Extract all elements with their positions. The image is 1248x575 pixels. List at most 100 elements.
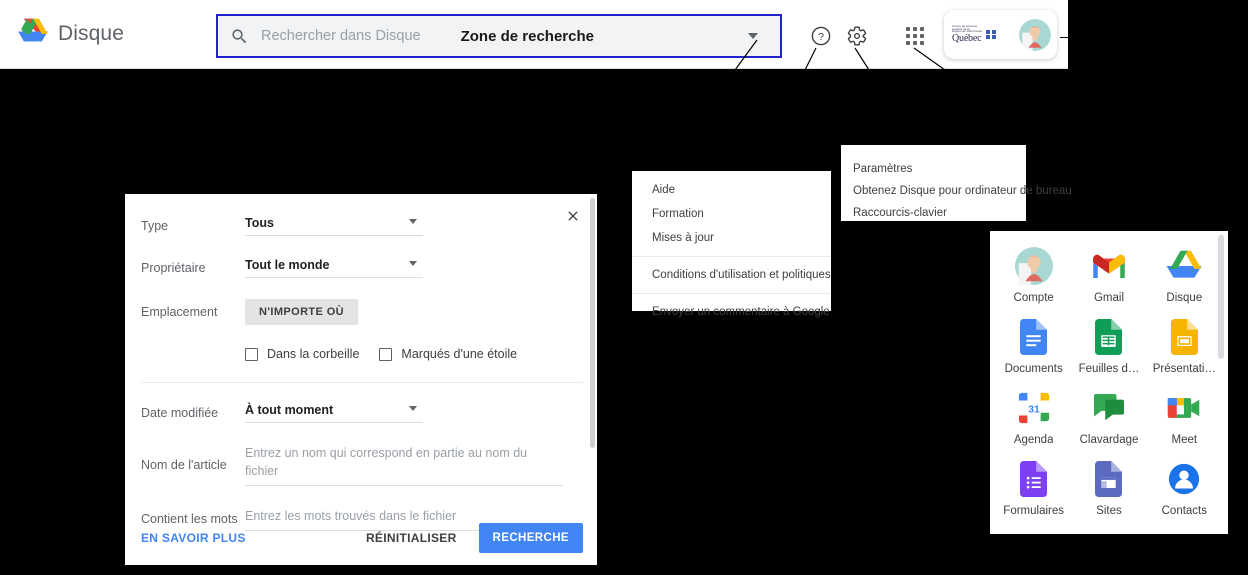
app-label: Compte bbox=[1013, 292, 1054, 304]
quebec-wordmark: Québec bbox=[952, 33, 982, 45]
app-label: Présentati… bbox=[1152, 363, 1216, 375]
learn-more-link[interactable]: EN SAVOIR PLUS bbox=[141, 531, 246, 545]
svg-text:?: ? bbox=[818, 31, 824, 43]
checkbox-icon bbox=[245, 347, 258, 361]
filter-checkbox-row: Dans la corbeille Marqués d'une étoile bbox=[125, 347, 597, 361]
menu-item-disque-bureau[interactable]: Obtenez Disque pour ordinateur de bureau bbox=[841, 180, 1072, 202]
app-label: Clavardage bbox=[1079, 434, 1139, 446]
item-name-input[interactable]: Entrez un nom qui correspond en partie a… bbox=[245, 444, 563, 486]
gear-icon bbox=[847, 26, 867, 46]
avatar-leader-line bbox=[1060, 37, 1150, 38]
owner-dropdown[interactable]: Tout le monde bbox=[245, 258, 423, 278]
google-drive-logo-icon bbox=[18, 18, 48, 50]
app-meet[interactable]: Meet bbox=[1147, 387, 1222, 446]
apps-panel-scrollbar[interactable] bbox=[1218, 235, 1224, 359]
calendar-icon: 31 bbox=[1013, 387, 1055, 429]
search-bar[interactable]: Rechercher dans Disque Zone de recherche bbox=[216, 14, 782, 58]
app-label: Formulaires bbox=[1003, 505, 1065, 517]
filter-row-type: Type Tous bbox=[125, 216, 597, 236]
contacts-icon bbox=[1163, 458, 1205, 500]
menu-item-mises-a-jour[interactable]: Mises à jour bbox=[632, 226, 831, 250]
divider bbox=[632, 293, 831, 294]
help-button[interactable]: ? bbox=[809, 24, 833, 48]
help-menu: Aide Formation Mises à jour Conditions d… bbox=[632, 171, 831, 318]
sheets-icon bbox=[1088, 316, 1130, 358]
apps-grid: Compte Gmail Disque Documents Feuilles d… bbox=[996, 245, 1222, 517]
slides-icon bbox=[1163, 316, 1205, 358]
chevron-down-icon[interactable] bbox=[748, 33, 758, 39]
filter-panel-scrollbar[interactable] bbox=[590, 198, 595, 448]
checkbox-in-trash-label: Dans la corbeille bbox=[267, 347, 360, 361]
menu-item-commentaire[interactable]: Envoyer un commentaire à Google bbox=[632, 300, 831, 324]
filter-label-date: Date modifiée bbox=[141, 406, 219, 420]
filter-row-item-name: Nom de l'article Entrez un nom qui corre… bbox=[125, 444, 597, 486]
app-compte[interactable]: Compte bbox=[996, 245, 1071, 304]
chat-icon bbox=[1088, 387, 1130, 429]
date-modified-dropdown[interactable]: À tout moment bbox=[245, 403, 423, 423]
app-label: Meet bbox=[1171, 434, 1198, 446]
app-label: Gmail bbox=[1093, 292, 1124, 304]
drive-icon bbox=[1163, 245, 1205, 287]
filter-row-date-modified: Date modifiée À tout moment bbox=[125, 403, 597, 423]
account-avatar-icon bbox=[1013, 245, 1055, 287]
type-value: Tous bbox=[245, 216, 274, 230]
svg-text:31: 31 bbox=[1028, 404, 1040, 415]
help-circle-icon: ? bbox=[811, 26, 831, 46]
search-icon bbox=[230, 27, 249, 46]
account-chip[interactable]: Centre de services scolaire de la Région… bbox=[944, 10, 1057, 59]
app-label: Contacts bbox=[1161, 505, 1208, 517]
settings-menu: Paramètres Obtenez Disque pour ordinateu… bbox=[841, 145, 1072, 224]
app-presentations[interactable]: Présentati… bbox=[1147, 316, 1222, 375]
app-header: Disque Rechercher dans Disque Zone de re… bbox=[0, 0, 1068, 69]
app-agenda[interactable]: 31 Agenda bbox=[996, 387, 1071, 446]
app-documents[interactable]: Documents bbox=[996, 316, 1071, 375]
checkbox-starred[interactable]: Marqués d'une étoile bbox=[379, 347, 517, 361]
checkbox-starred-label: Marqués d'une étoile bbox=[401, 347, 518, 361]
app-gmail[interactable]: Gmail bbox=[1071, 245, 1146, 304]
app-clavardage[interactable]: Clavardage bbox=[1071, 387, 1146, 446]
search-filter-panel: Type Tous Propriétaire Tout le monde Emp… bbox=[125, 194, 597, 565]
app-feuilles[interactable]: Feuilles d… bbox=[1071, 316, 1146, 375]
location-anywhere-button[interactable]: N'IMPORTE OÙ bbox=[245, 299, 359, 325]
app-contacts[interactable]: Contacts bbox=[1147, 458, 1222, 517]
search-submit-button[interactable]: RECHERCHE bbox=[478, 523, 583, 553]
settings-button[interactable] bbox=[845, 24, 869, 48]
app-disque[interactable]: Disque bbox=[1147, 245, 1222, 304]
quebec-org-logo: Centre de services scolaire de la Région… bbox=[952, 24, 996, 45]
filter-label-item-name: Nom de l'article bbox=[141, 458, 227, 472]
search-zone-annotation: Zone de recherche bbox=[460, 27, 594, 45]
owner-value: Tout le monde bbox=[245, 258, 330, 272]
divider bbox=[141, 382, 583, 383]
checkbox-icon bbox=[379, 347, 393, 361]
close-button[interactable] bbox=[561, 204, 585, 228]
menu-item-aide[interactable]: Aide bbox=[632, 178, 831, 202]
menu-item-raccourcis-clavier[interactable]: Raccourcis-clavier bbox=[841, 202, 1026, 224]
docs-icon bbox=[1013, 316, 1055, 358]
checkbox-in-trash[interactable]: Dans la corbeille bbox=[245, 347, 359, 361]
apps-grid-icon bbox=[906, 27, 924, 45]
menu-item-conditions[interactable]: Conditions d'utilisation et politiques bbox=[632, 263, 831, 287]
menu-item-formation[interactable]: Formation bbox=[632, 202, 831, 226]
chevron-down-icon bbox=[409, 406, 417, 411]
brand-label: Disque bbox=[58, 22, 124, 45]
filter-label-type: Type bbox=[141, 219, 169, 233]
app-formulaires[interactable]: Formulaires bbox=[996, 458, 1071, 517]
gmail-icon bbox=[1088, 245, 1130, 287]
type-dropdown[interactable]: Tous bbox=[245, 216, 423, 236]
app-label: Sites bbox=[1096, 505, 1122, 517]
app-sites[interactable]: Sites bbox=[1071, 458, 1146, 517]
filter-row-location: Emplacement N'IMPORTE OÙ bbox=[125, 299, 597, 325]
filter-row-owner: Propriétaire Tout le monde bbox=[125, 258, 597, 278]
menu-item-parametres[interactable]: Paramètres bbox=[841, 158, 1026, 180]
date-modified-value: À tout moment bbox=[245, 403, 334, 417]
brand[interactable]: Disque bbox=[18, 18, 124, 50]
app-label: Documents bbox=[1004, 363, 1063, 375]
sites-icon bbox=[1088, 458, 1130, 500]
reset-button[interactable]: RÉINITIALISER bbox=[366, 531, 457, 545]
chevron-down-icon bbox=[409, 261, 417, 266]
search-input[interactable]: Rechercher dans Disque bbox=[261, 28, 421, 44]
google-apps-panel: Compte Gmail Disque Documents Feuilles d… bbox=[990, 231, 1228, 534]
google-apps-button[interactable] bbox=[902, 25, 928, 47]
avatar[interactable] bbox=[1019, 18, 1051, 51]
chevron-down-icon bbox=[409, 219, 417, 224]
